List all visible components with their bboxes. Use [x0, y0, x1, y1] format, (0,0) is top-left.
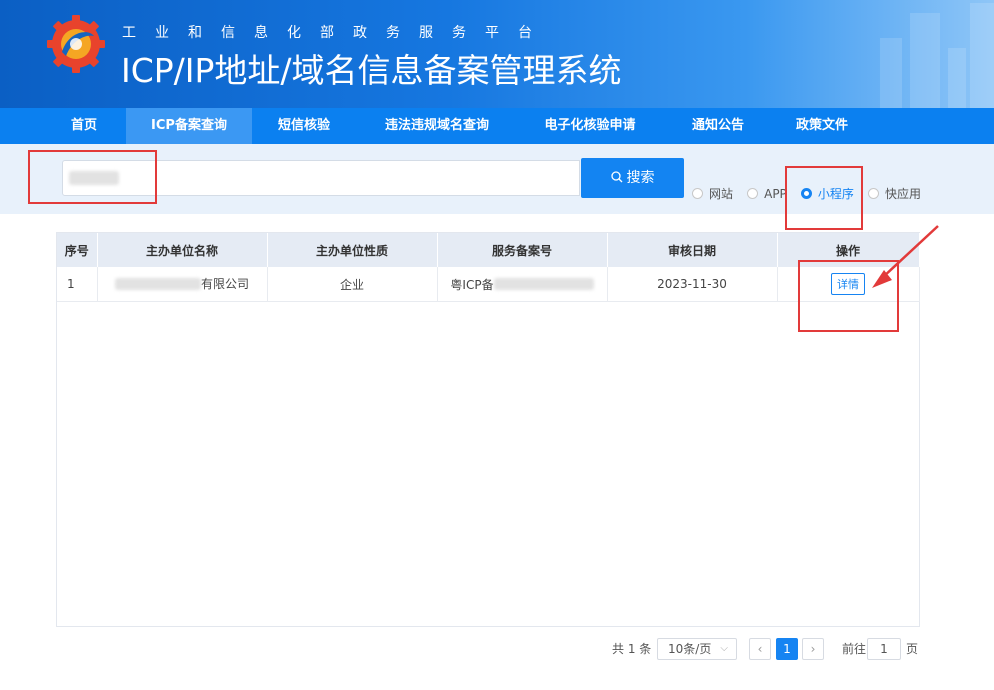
building-decoration [948, 48, 966, 108]
column-header: 服务备案号 [437, 233, 608, 267]
review-date-cell: 2023-11-30 [607, 267, 778, 302]
building-decoration [970, 3, 994, 108]
main-nav: 首页 ICP备案查询 短信核验 违法违规域名查询 电子化核验申请 通知公告 政策… [0, 108, 994, 144]
page-number-current[interactable]: 1 [776, 638, 798, 660]
radio-dot-icon [747, 188, 759, 199]
column-header: 序号 [57, 233, 98, 267]
column-header: 主办单位名称 [97, 233, 268, 267]
results-table: 序号 主办单位名称 主办单位性质 服务备案号 审核日期 操作 1 有限公司 企业 [56, 232, 920, 627]
radio-dot-icon [868, 188, 879, 199]
gear-logo-icon [47, 15, 105, 73]
redacted-record-number [493, 278, 594, 290]
org-name-suffix: 有限公司 [200, 277, 249, 292]
redacted-org-name [114, 277, 201, 290]
chevron-right-icon: › [810, 642, 816, 656]
nav-item-illegal-domain[interactable]: 违法违规域名查询 [372, 108, 502, 144]
site-header: 工业和信息化部政务服务平台 ICP/IP地址/域名信息备案管理系统 [0, 0, 994, 108]
table-header-row: 序号 主办单位名称 主办单位性质 服务备案号 审核日期 操作 [57, 233, 920, 267]
org-name-cell: 有限公司 [97, 267, 268, 302]
radio-label: 网站 [709, 187, 734, 201]
annotation-box-mini-program [785, 166, 863, 230]
goto-page-input[interactable]: 1 [867, 638, 901, 660]
goto-label: 前往 [842, 642, 867, 656]
nav-item-notices[interactable]: 通知公告 [678, 108, 758, 144]
row-index: 1 [57, 267, 98, 302]
radio-dot-icon [692, 188, 703, 199]
building-decoration [880, 38, 902, 108]
page-size-select[interactable]: 10条/页 ⌵ [657, 638, 737, 660]
radio-app[interactable]: APP [747, 187, 787, 201]
search-icon [610, 171, 622, 183]
next-page-button[interactable]: › [802, 638, 824, 660]
radio-label: APP [764, 186, 787, 201]
page-size-value: 10条/页 [668, 642, 712, 656]
site-title: ICP/IP地址/域名信息备案管理系统 [121, 51, 622, 90]
nav-item-sms-verify[interactable]: 短信核验 [264, 108, 344, 144]
table-row: 1 有限公司 企业 粤ICP备 2023-11-30 详情 [57, 267, 920, 302]
chevron-left-icon: ‹ [757, 642, 763, 656]
pagination-total: 共 1 条 [612, 642, 652, 656]
column-header: 审核日期 [607, 233, 778, 267]
record-number-cell: 粤ICP备 [437, 267, 608, 302]
nav-item-e-verify[interactable]: 电子化核验申请 [530, 108, 650, 144]
chevron-down-icon: ⌵ [720, 643, 728, 654]
search-button[interactable]: 搜索 [581, 158, 684, 198]
nav-item-home[interactable]: 首页 [56, 108, 112, 144]
annotation-box-search [28, 150, 157, 204]
radio-quick-app[interactable]: 快应用 [868, 185, 921, 202]
site-subtitle: 工业和信息化部政务服务平台 [122, 25, 551, 41]
search-button-label: 搜索 [626, 170, 655, 186]
page-unit-label: 页 [906, 642, 919, 656]
nav-item-icp-query[interactable]: ICP备案查询 [126, 108, 252, 144]
column-header: 主办单位性质 [267, 233, 438, 267]
record-prefix: 粤ICP备 [450, 277, 494, 292]
building-decoration [910, 13, 940, 108]
nav-item-policy[interactable]: 政策文件 [782, 108, 862, 144]
prev-page-button[interactable]: ‹ [749, 638, 771, 660]
radio-website[interactable]: 网站 [692, 185, 733, 202]
annotation-arrow-icon [872, 225, 939, 288]
org-type-cell: 企业 [267, 267, 438, 302]
radio-label: 快应用 [885, 187, 922, 201]
